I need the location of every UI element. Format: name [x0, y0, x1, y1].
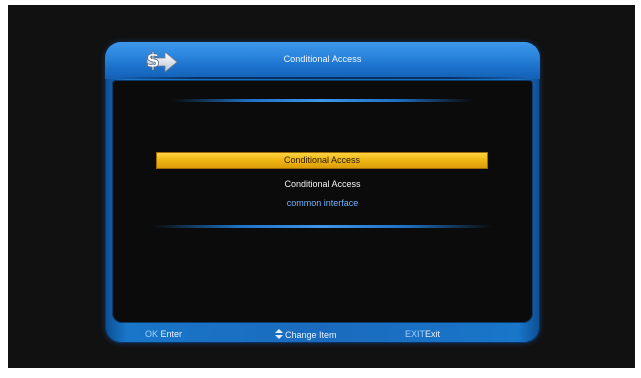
exit-key-label: EXIT — [405, 329, 426, 339]
menu-item-selected[interactable]: Conditional Access — [156, 152, 488, 169]
footer-help-bar: OK Enter Change Item EXITExit — [105, 323, 540, 343]
footer-enter-hint: OK Enter — [145, 329, 182, 339]
divider-bottom — [152, 225, 492, 228]
footer-exit-hint: EXITExit — [405, 329, 440, 339]
dialog-frame: $ Conditional Access Conditional Access … — [105, 42, 540, 343]
dialog-body: Conditional Access Conditional Access co… — [112, 80, 533, 323]
dialog-title-bar: $ Conditional Access — [105, 42, 540, 79]
enter-label: Enter — [160, 329, 183, 339]
menu-item-selected-label: Conditional Access — [283, 155, 361, 165]
dialog-title: Conditional Access — [283, 54, 362, 64]
menu-item-common-interface[interactable]: common interface — [112, 198, 533, 208]
change-item-label: Change Item — [285, 330, 337, 340]
menu-item-conditional-access[interactable]: Conditional Access — [112, 179, 533, 189]
exit-label: Exit — [425, 329, 441, 339]
divider-top — [172, 99, 472, 102]
ok-key-label: OK — [145, 329, 159, 339]
up-down-arrows-icon — [275, 329, 283, 339]
tv-screen: $ Conditional Access Conditional Access … — [8, 5, 635, 368]
footer-change-hint: Change Item — [275, 329, 337, 340]
